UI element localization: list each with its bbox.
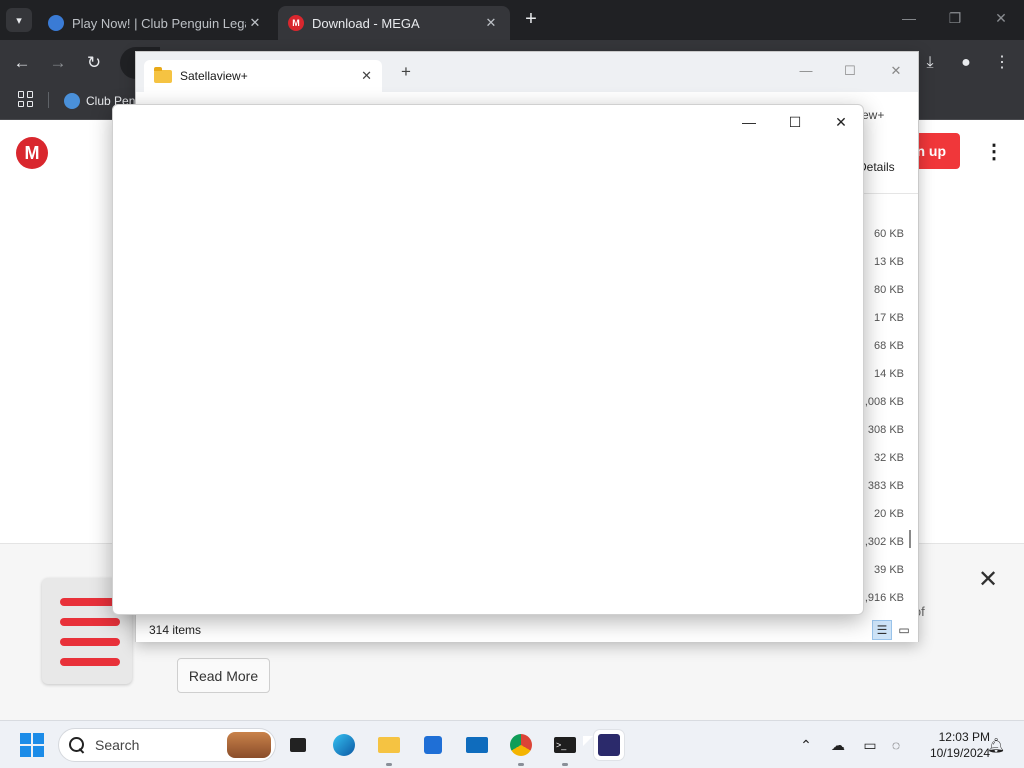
minimize-icon[interactable]: — [898,10,920,30]
chevron-down-icon: ▾ [16,14,22,27]
mail-icon[interactable] [462,730,492,760]
file-explorer-icon[interactable] [374,730,404,766]
forward-arrow-icon[interactable]: → [46,51,70,75]
read-more-button[interactable]: Read More [177,658,270,693]
bookmark-separator [48,92,49,108]
new-tab-button[interactable]: + [520,9,542,31]
emulator-icon[interactable] [594,730,624,760]
status-bar: 314 items ☰ ▭ [136,618,918,642]
tab-mega-download[interactable]: M Download - MEGA ✕ [278,6,510,40]
blank-window: — ☐ ✕ [112,104,864,615]
clock-date: 10/19/2024 [929,746,990,760]
close-icon[interactable]: ✕ [361,68,372,84]
chrome-tab-strip: ▾ Play Now! | Club Penguin Legac ✕ M Dow… [0,0,1024,40]
network-icon[interactable]: ▭ [860,735,880,755]
explorer-tab-title: Satellaview+ [180,69,248,83]
details-view-icon[interactable]: ☰ [872,620,892,640]
close-window-icon[interactable]: ✕ [990,10,1012,30]
club-penguin-icon [64,93,80,109]
item-count: 314 items [149,623,202,637]
clock[interactable]: 12:03 PM 10/19/2024 [914,729,990,761]
tab-search-button[interactable]: ▾ [6,8,32,32]
clock-time: 12:03 PM [938,730,990,744]
close-icon[interactable]: ✕ [482,15,500,31]
download-icon[interactable]: ⤓ [918,51,942,75]
search-highlight-image [227,732,271,758]
search-icon [69,737,85,753]
close-icon[interactable]: ✕ [976,568,1000,592]
maximize-icon[interactable]: ❐ [944,10,966,30]
mega-logo[interactable]: M [16,137,48,169]
tab-title: Play Now! | Club Penguin Legac [72,15,246,31]
mouse-cursor-icon [583,736,593,746]
large-icons-view-icon[interactable]: ▭ [894,620,914,640]
explorer-tab[interactable]: Satellaview+ ✕ [144,60,382,92]
scrollbar-thumb[interactable] [909,530,911,548]
start-button[interactable] [20,733,44,757]
maximize-icon[interactable]: ☐ [782,111,808,133]
close-window-icon[interactable]: ✕ [886,61,906,81]
more-options-icon[interactable]: ⋮ [984,140,1004,164]
back-arrow-icon[interactable]: ← [10,51,34,75]
minimize-icon[interactable]: — [736,111,762,133]
chrome-icon[interactable] [506,730,536,766]
minimize-icon[interactable]: — [796,61,816,81]
close-icon[interactable]: ✕ [246,15,264,31]
mega-icon: M [288,15,304,31]
taskbar: Search >_ ⌃ ☁ ▭ ◌ 12:03 PM 10/19/2024 🔔︎ [0,720,1024,768]
explorer-titlebar: Satellaview+ ✕ + — ☐ ✕ [136,52,918,92]
profile-icon[interactable]: ● [954,51,978,75]
apps-grid-icon[interactable] [18,91,34,107]
cloud-sync-icon[interactable]: ☁ [828,735,848,755]
menu-dots-icon[interactable]: ⋮ [990,51,1014,75]
chevron-up-icon[interactable]: ⌃ [796,735,816,755]
taskbar-search[interactable]: Search [58,728,276,762]
edge-icon[interactable] [329,730,359,760]
maximize-icon[interactable]: ☐ [840,61,860,81]
new-tab-button[interactable]: + [398,63,414,80]
club-penguin-icon [48,15,64,31]
tab-club-penguin[interactable]: Play Now! | Club Penguin Legac ✕ [38,6,274,40]
tab-title: Download - MEGA [312,15,420,31]
store-icon[interactable] [418,730,448,760]
task-view-icon[interactable] [283,730,313,760]
volume-icon[interactable]: ◌ [886,735,906,755]
reload-icon[interactable]: ↻ [82,51,106,75]
search-placeholder: Search [95,737,140,753]
breadcrumb[interactable]: ew+ [862,108,884,122]
folder-icon [154,66,172,83]
terminal-icon[interactable]: >_ [550,730,580,766]
close-window-icon[interactable]: ✕ [828,111,854,133]
notification-bell-icon[interactable]: 🔔︎ [986,735,1006,755]
